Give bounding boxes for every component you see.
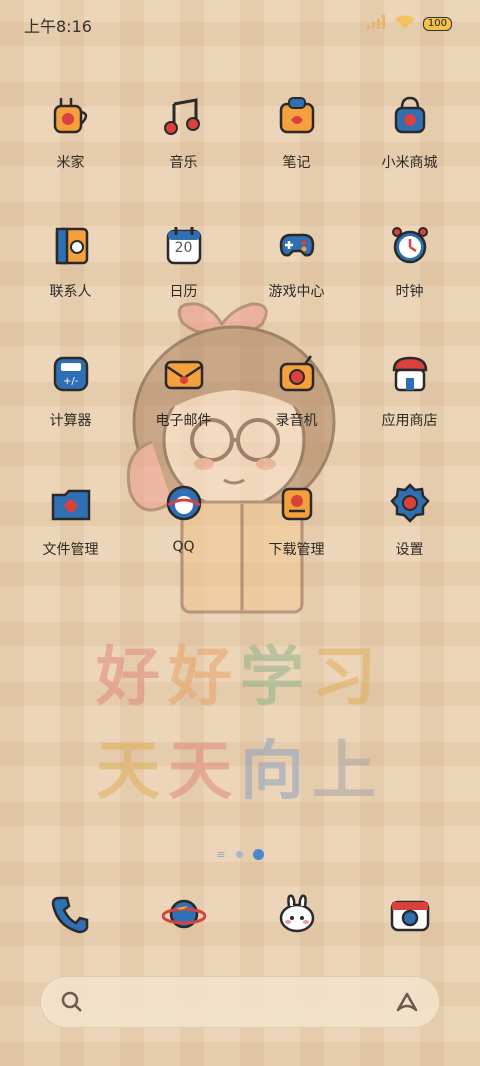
signal-icon xyxy=(366,14,387,33)
app-download-manager[interactable]: 下载管理 xyxy=(240,479,353,608)
download-manager-icon xyxy=(273,479,321,527)
dock-phone[interactable] xyxy=(14,890,127,950)
app-file-manager[interactable]: 文件管理 xyxy=(14,479,127,608)
app-grid: 米家 音乐 笔记 小米商城 联系人 20 日历 游戏中心 时钟 +/- 计算器 … xyxy=(14,92,466,608)
app-game-center[interactable]: 游戏中心 xyxy=(240,221,353,350)
mi-store-icon xyxy=(386,92,434,140)
app-clock[interactable]: 时钟 xyxy=(353,221,466,350)
app-label: 电子邮件 xyxy=(155,413,212,429)
slogan-char: 天 xyxy=(168,735,240,809)
app-app-store[interactable]: 应用商店 xyxy=(353,350,466,479)
email-icon xyxy=(160,350,208,398)
app-label: 米家 xyxy=(56,155,85,171)
app-label: 笔记 xyxy=(282,155,311,171)
browser-icon xyxy=(160,890,208,938)
app-label: 设置 xyxy=(395,542,424,558)
wallpaper-slogan-line2: 天天向上 xyxy=(0,720,480,812)
search-icon[interactable] xyxy=(60,990,84,1018)
calculator-icon: +/- xyxy=(47,350,95,398)
app-contacts[interactable]: 联系人 xyxy=(14,221,127,350)
app-label: 时钟 xyxy=(395,284,424,300)
wifi-icon xyxy=(394,14,415,33)
slogan-char: 好 xyxy=(168,641,240,715)
clock-icon xyxy=(386,221,434,269)
app-calendar[interactable]: 20 日历 xyxy=(127,221,240,350)
settings-icon xyxy=(386,479,434,527)
app-label: 应用商店 xyxy=(381,413,438,429)
app-mi-store[interactable]: 小米商城 xyxy=(353,92,466,221)
calendar-date: 20 xyxy=(174,240,193,256)
app-label: 下载管理 xyxy=(268,542,325,558)
app-label: QQ xyxy=(172,539,195,555)
slogan-char: 好 xyxy=(96,641,168,715)
app-label: 文件管理 xyxy=(42,542,99,558)
app-calculator[interactable]: +/- 计算器 xyxy=(14,350,127,479)
contacts-icon xyxy=(47,221,95,269)
dock-messages[interactable] xyxy=(240,890,353,950)
app-label: 计算器 xyxy=(49,413,92,429)
status-bar: 上午8:16 100 xyxy=(0,0,480,44)
app-label: 音乐 xyxy=(169,155,198,171)
dock-camera[interactable] xyxy=(353,890,466,950)
messages-icon xyxy=(273,890,321,938)
app-email[interactable]: 电子邮件 xyxy=(127,350,240,479)
app-store-icon xyxy=(386,350,434,398)
slogan-char: 习 xyxy=(312,641,384,715)
camera-icon xyxy=(386,890,434,938)
app-recorder[interactable]: 录音机 xyxy=(240,350,353,479)
search-bar[interactable] xyxy=(40,976,440,1028)
app-settings[interactable]: 设置 xyxy=(353,479,466,608)
battery-icon: 100 xyxy=(422,16,452,31)
wallpaper-slogan-line1: 好好学习 xyxy=(0,626,480,718)
dock-browser[interactable] xyxy=(127,890,240,950)
system-icons: 100 xyxy=(366,14,452,33)
assistant-icon[interactable] xyxy=(394,990,420,1018)
page-dot-active[interactable] xyxy=(252,849,264,860)
status-time: 上午8:16 xyxy=(24,17,92,36)
mijia-icon xyxy=(47,92,95,140)
calendar-icon: 20 xyxy=(160,221,208,269)
phone-icon xyxy=(47,890,95,938)
app-label: 联系人 xyxy=(49,284,92,300)
page-indicator[interactable]: ≡ xyxy=(0,848,480,861)
menu-icon: ≡ xyxy=(216,848,226,861)
slogan-char: 天 xyxy=(96,735,168,809)
recorder-icon xyxy=(273,350,321,398)
qq-icon xyxy=(160,479,208,527)
slogan-char: 学 xyxy=(240,641,312,715)
dock xyxy=(14,890,466,950)
app-label: 录音机 xyxy=(275,413,318,429)
page-dot[interactable] xyxy=(235,851,243,858)
svg-text:+/-: +/- xyxy=(63,376,79,387)
app-label: 游戏中心 xyxy=(268,284,325,300)
slogan-char: 上 xyxy=(312,735,384,809)
file-manager-icon xyxy=(47,479,95,527)
app-label: 日历 xyxy=(169,284,198,300)
app-mijia[interactable]: 米家 xyxy=(14,92,127,221)
app-label: 小米商城 xyxy=(381,155,438,171)
app-music[interactable]: 音乐 xyxy=(127,92,240,221)
app-qq[interactable]: QQ xyxy=(127,479,240,608)
game-center-icon xyxy=(273,221,321,269)
notes-icon xyxy=(273,92,321,140)
app-notes[interactable]: 笔记 xyxy=(240,92,353,221)
music-icon xyxy=(160,92,208,140)
slogan-char: 向 xyxy=(240,735,312,809)
